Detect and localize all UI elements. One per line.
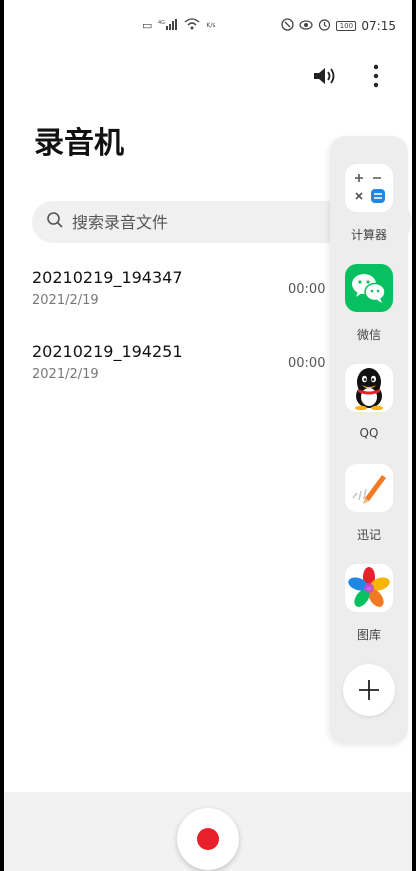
net-speed: K/s <box>206 22 216 29</box>
search-input[interactable] <box>72 212 332 232</box>
status-right: 100 07:15 <box>281 18 396 34</box>
nfc-icon <box>281 18 295 34</box>
eye-icon <box>299 19 314 34</box>
record-button[interactable] <box>177 808 239 870</box>
more-options-icon[interactable] <box>362 62 390 90</box>
recording-name: 20210219_194251 <box>32 342 183 361</box>
dock-app-label: 微信 <box>356 328 381 342</box>
dock-app-label: 计算器 <box>350 228 387 242</box>
calculator-icon <box>345 164 393 212</box>
dock-app-label: 迅记 <box>356 528 381 542</box>
dock-app-notes[interactable]: 迅记 <box>330 464 408 543</box>
page-title: 录音机 <box>34 126 124 161</box>
wechat-icon <box>345 264 393 312</box>
notes-icon <box>345 464 393 512</box>
status-left: ▭ 4G K/s <box>142 18 216 33</box>
speaker-icon[interactable] <box>312 62 340 90</box>
dock-app-gallery[interactable]: 图库 <box>330 564 408 643</box>
plus-icon <box>359 680 379 700</box>
dock-app-qq[interactable]: QQ <box>330 364 408 440</box>
battery-icon: 100 <box>336 21 357 31</box>
search-icon <box>46 211 64 233</box>
qq-icon <box>345 364 393 412</box>
gallery-icon <box>345 564 393 612</box>
dock-app-calculator[interactable]: 计算器 <box>330 164 408 243</box>
recorder-screen: ▭ 4G K/s 100 07:15 录音机 搜索录音文件 20210219_1… <box>4 0 412 871</box>
status-bar: ▭ 4G K/s 100 07:15 <box>4 0 412 36</box>
clock: 07:15 <box>361 19 396 33</box>
hd-icon: ▭ <box>142 19 153 32</box>
side-dock: 计算器 微信 QQ 迅记 图库 <box>330 136 408 744</box>
recording-date: 2021/2/19 <box>32 293 99 308</box>
recording-name: 20210219_194347 <box>32 268 183 287</box>
dock-app-wechat[interactable]: 微信 <box>330 264 408 343</box>
dock-app-label: QQ <box>359 426 379 440</box>
recording-duration: 00:00 <box>288 282 326 297</box>
net-label: 4G <box>158 20 165 26</box>
recording-date: 2021/2/19 <box>32 367 99 382</box>
top-actions <box>312 62 390 90</box>
dock-app-label: 图库 <box>356 628 381 642</box>
recording-duration: 00:00 <box>288 356 326 371</box>
record-dot-icon <box>197 828 219 850</box>
signal-icon: 4G <box>158 18 178 33</box>
alarm-icon <box>318 18 331 34</box>
add-app-button[interactable] <box>343 664 395 716</box>
wifi-icon <box>184 18 200 33</box>
